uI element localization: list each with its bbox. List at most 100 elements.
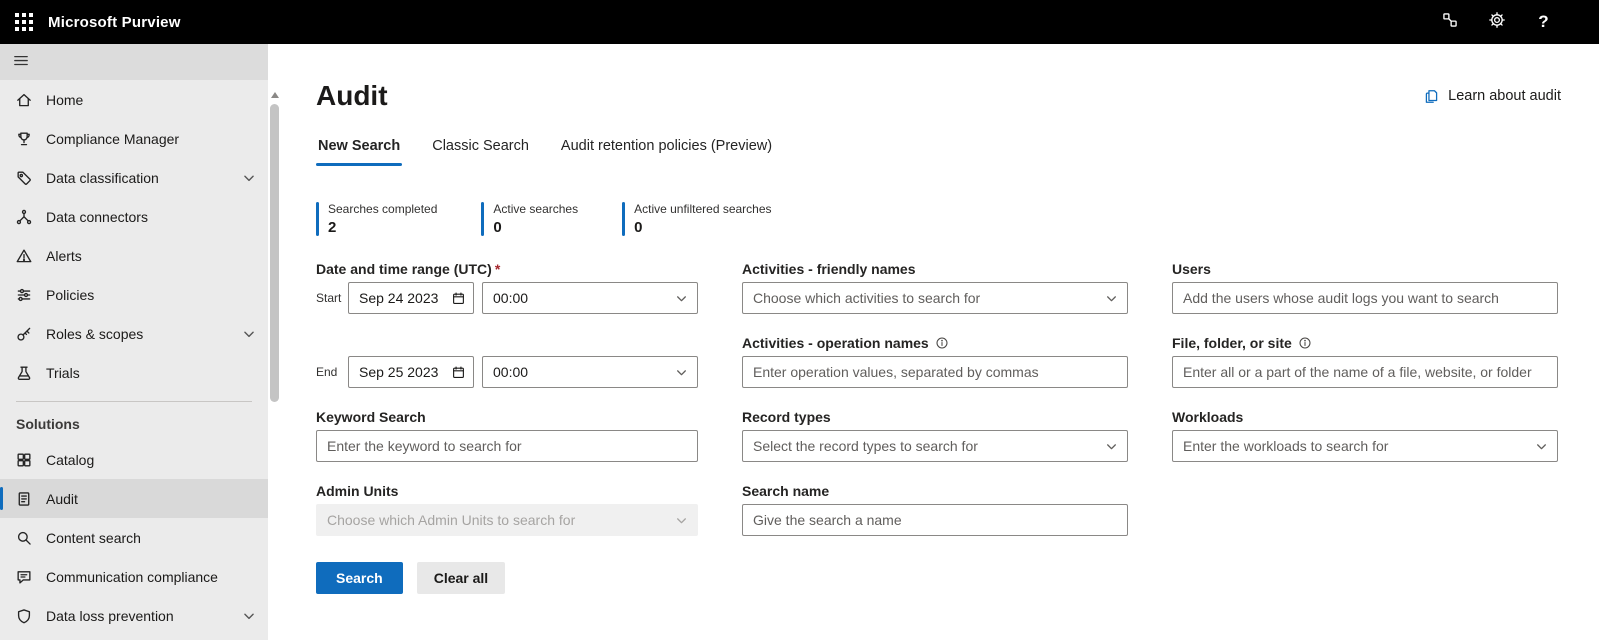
- info-icon[interactable]: [935, 336, 949, 350]
- activities-friendly-label: Activities - friendly names: [742, 260, 1128, 277]
- field-activities-operation: Activities - operation names: [742, 334, 1128, 388]
- stat-label: Active unfiltered searches: [634, 202, 771, 216]
- sidebar-item-compliance-manager[interactable]: Compliance Manager: [0, 119, 268, 158]
- end-time-select[interactable]: 00:00: [482, 356, 698, 388]
- sidebar-item-data-classification[interactable]: Data classification: [0, 158, 268, 197]
- sidebar-item-roles-scopes[interactable]: Roles & scopes: [0, 314, 268, 353]
- page-title: Audit: [316, 80, 388, 112]
- sidebar-item-label: Roles & scopes: [46, 326, 143, 342]
- stat-accent-bar: [316, 202, 319, 236]
- activities-operation-label: Activities - operation names: [742, 334, 1128, 351]
- sidebar-item-catalog[interactable]: Catalog: [0, 440, 268, 479]
- sidebar-item-label: Communication compliance: [46, 569, 218, 585]
- admin-units-select: Choose which Admin Units to search for: [316, 504, 698, 536]
- sidebar-item-label: Alerts: [46, 248, 82, 264]
- scrollbar-thumb[interactable]: [270, 104, 279, 402]
- content-search-icon: [15, 529, 33, 547]
- record-types-label: Record types: [742, 408, 1128, 425]
- users-input[interactable]: [1172, 282, 1558, 314]
- field-users: Users: [1172, 260, 1558, 314]
- audit-icon: [15, 490, 33, 508]
- keyword-search-input[interactable]: [316, 430, 698, 462]
- app-launcher-button[interactable]: [0, 0, 48, 44]
- field-date-range-start: Date and time range (UTC) * Start Sep 24…: [316, 260, 698, 314]
- info-icon[interactable]: [1298, 336, 1312, 350]
- main-content: Audit Learn about audit New Search Class…: [282, 44, 1599, 640]
- tab-new-search[interactable]: New Search: [316, 128, 402, 166]
- record-types-select[interactable]: Select the record types to search for: [742, 430, 1128, 462]
- field-file-folder-site: File, folder, or site: [1172, 334, 1558, 388]
- stat-value: 2: [328, 219, 437, 236]
- sidebar-item-alerts[interactable]: Alerts: [0, 236, 268, 275]
- search-button[interactable]: Search: [316, 562, 403, 594]
- connected-apps-button[interactable]: [1426, 0, 1473, 44]
- tab-classic-search[interactable]: Classic Search: [430, 128, 531, 166]
- connected-apps-icon: [1441, 11, 1459, 34]
- chevron-down-icon: [675, 292, 688, 305]
- settings-button[interactable]: [1473, 0, 1520, 44]
- hamburger-icon: [12, 51, 30, 74]
- home-icon: [15, 91, 33, 109]
- admin-units-label: Admin Units: [316, 482, 698, 499]
- left-navigation: Home Compliance Manager Data classificat…: [0, 44, 268, 640]
- stat-searches-completed: Searches completed 2: [316, 202, 437, 236]
- tab-audit-retention-policies[interactable]: Audit retention policies (Preview): [559, 128, 774, 166]
- stat-value: 0: [493, 219, 578, 236]
- scrollbar-up-arrow[interactable]: [271, 92, 279, 98]
- data-classification-icon: [15, 169, 33, 187]
- field-activities-friendly: Activities - friendly names Choose which…: [742, 260, 1128, 314]
- learn-link-label: Learn about audit: [1448, 88, 1561, 104]
- sidebar-item-audit[interactable]: Audit: [0, 479, 268, 518]
- stat-accent-bar: [481, 202, 484, 236]
- end-date-input[interactable]: Sep 25 2023: [348, 356, 474, 388]
- data-connectors-icon: [15, 208, 33, 226]
- collapse-navigation-button[interactable]: [0, 44, 268, 80]
- nav-scrollbar[interactable]: [268, 44, 282, 640]
- required-asterisk: *: [495, 261, 500, 277]
- keyword-search-label: Keyword Search: [316, 408, 698, 425]
- sidebar-item-home[interactable]: Home: [0, 80, 268, 119]
- search-name-label: Search name: [742, 482, 1128, 499]
- waffle-icon: [15, 13, 33, 31]
- help-icon: ?: [1538, 12, 1548, 32]
- sidebar-item-policies[interactable]: Policies: [0, 275, 268, 314]
- sidebar-item-data-loss-prevention[interactable]: Data loss prevention: [0, 596, 268, 635]
- tab-bar: New Search Classic Search Audit retentio…: [316, 128, 1561, 166]
- policies-icon: [15, 286, 33, 304]
- stat-accent-bar: [622, 202, 625, 236]
- workloads-select[interactable]: Enter the workloads to search for: [1172, 430, 1558, 462]
- end-label: End: [316, 365, 348, 379]
- workloads-label: Workloads: [1172, 408, 1558, 425]
- start-label: Start: [316, 291, 348, 305]
- stat-active-searches: Active searches 0: [481, 202, 578, 236]
- sidebar-item-label: Content search: [46, 530, 141, 546]
- audit-search-form: Date and time range (UTC) * Start Sep 24…: [316, 260, 1561, 536]
- communication-compliance-icon: [15, 568, 33, 586]
- sidebar-item-content-search[interactable]: Content search: [0, 518, 268, 557]
- calendar-icon[interactable]: [451, 365, 466, 380]
- settings-gear-icon: [1488, 11, 1506, 34]
- sidebar-item-communication-compliance[interactable]: Communication compliance: [0, 557, 268, 596]
- field-date-range-end: End Sep 25 2023 00:00: [316, 334, 698, 388]
- help-button[interactable]: ?: [1520, 0, 1567, 44]
- sidebar-item-label: Home: [46, 92, 83, 108]
- activities-operation-input[interactable]: [742, 356, 1128, 388]
- chevron-down-icon: [242, 609, 256, 623]
- start-date-input[interactable]: Sep 24 2023: [348, 282, 474, 314]
- field-record-types: Record types Select the record types to …: [742, 408, 1128, 462]
- search-stats: Searches completed 2 Active searches 0 A…: [316, 202, 1561, 236]
- sidebar-item-trials[interactable]: Trials: [0, 353, 268, 392]
- clear-all-button[interactable]: Clear all: [417, 562, 505, 594]
- sidebar-item-label: Trials: [46, 365, 80, 381]
- calendar-icon[interactable]: [451, 291, 466, 306]
- activities-friendly-select[interactable]: Choose which activities to search for: [742, 282, 1128, 314]
- search-name-input[interactable]: [742, 504, 1128, 536]
- form-actions: Search Clear all: [316, 562, 1561, 594]
- start-time-select[interactable]: 00:00: [482, 282, 698, 314]
- file-folder-site-input[interactable]: [1172, 356, 1558, 388]
- sidebar-item-data-connectors[interactable]: Data connectors: [0, 197, 268, 236]
- alerts-icon: [15, 247, 33, 265]
- stat-label: Active searches: [493, 202, 578, 216]
- learn-about-audit-link[interactable]: Learn about audit: [1423, 88, 1561, 105]
- file-folder-site-label: File, folder, or site: [1172, 334, 1558, 351]
